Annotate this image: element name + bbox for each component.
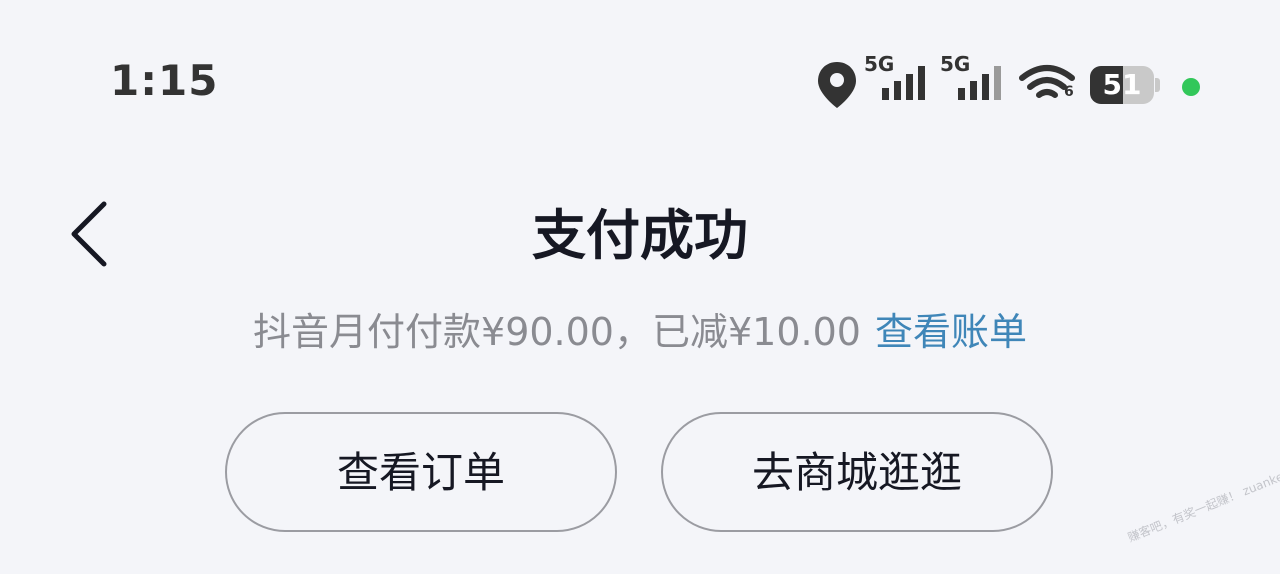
- view-orders-button[interactable]: 查看订单: [225, 412, 617, 532]
- page-title: 支付成功: [532, 204, 748, 267]
- status-time: 1:15: [110, 56, 219, 105]
- signal-icon: [958, 66, 1001, 100]
- go-shopping-button[interactable]: 去商城逛逛: [661, 412, 1053, 532]
- signal-icon: [882, 66, 925, 100]
- battery-icon: 51: [1090, 66, 1160, 104]
- status-bar: 1:15 5G 5G 6 51: [0, 48, 1280, 118]
- wifi-badge: 6: [1064, 84, 1074, 100]
- payment-info: 抖音月付付款¥90.00，已减¥10.00 查看账单: [0, 306, 1280, 358]
- battery-level: 51: [1102, 68, 1142, 101]
- payment-success-screen: 1:15 5G 5G 6 51 支付成功 抖音月付付款¥90.00，已减¥10.…: [0, 0, 1280, 574]
- payment-summary: 抖音月付付款¥90.00，已减¥10.00: [253, 310, 861, 354]
- view-bill-link[interactable]: 查看账单: [875, 310, 1027, 354]
- status-icons: 5G 5G 6 51: [812, 52, 1212, 114]
- location-icon: [818, 62, 856, 108]
- watermark: 赚客吧，有奖一起赚！ zuanke8.com: [1125, 455, 1280, 545]
- status-dot: [1182, 78, 1200, 96]
